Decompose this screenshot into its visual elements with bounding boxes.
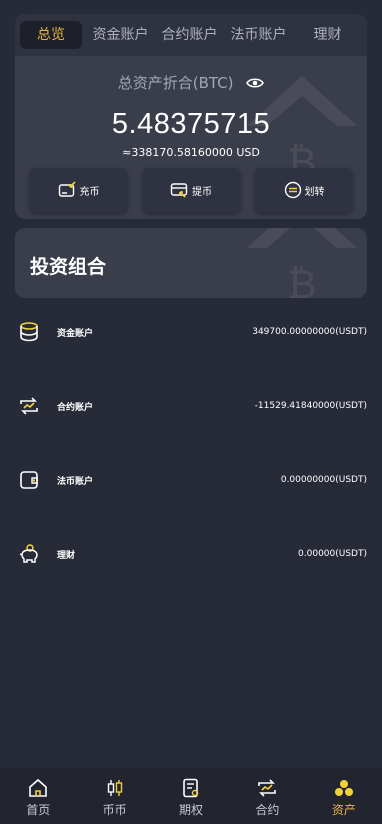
total-assets-label-row: 总资产折合(BTC)	[15, 72, 367, 93]
account-name: 资金账户	[57, 328, 94, 339]
nav-item-spot[interactable]: 币币	[76, 768, 152, 824]
asset-summary-card: ₿ 总资产折合(BTC) 5.48375715 ≈338170.58160000…	[15, 56, 367, 219]
account-amount: -11529.41840000(USDT)	[254, 401, 367, 411]
svg-text:₿: ₿	[287, 262, 317, 298]
total-btc-value: 5.48375715	[111, 108, 271, 140]
account-name: 法币账户	[57, 476, 94, 487]
transfer-button[interactable]: 划转	[255, 168, 352, 212]
withdraw-label: 提币	[192, 186, 212, 198]
nav-label: 首页	[26, 803, 51, 817]
transfer-icon	[284, 181, 301, 199]
account-name: 理财	[57, 550, 76, 561]
deposit-label: 充币	[79, 186, 100, 198]
tab-contract-account[interactable]: 合约账户	[155, 21, 224, 49]
portfolio-title: 投资组合	[30, 256, 107, 278]
account-amount: 349700.00000000(USDT)	[252, 327, 367, 337]
deposit-icon	[58, 181, 76, 197]
account-amount: 0.00000000(USDT)	[280, 475, 367, 485]
nav-item-contract[interactable]: 合约	[229, 768, 305, 824]
nav-label: 币币	[102, 803, 127, 817]
account-tabs: 总览 资金账户 合约账户 法币账户 理财	[15, 14, 367, 56]
withdraw-button[interactable]: 提币	[142, 168, 240, 212]
tab-funding-account[interactable]: 资金账户	[86, 21, 155, 49]
nav-item-options[interactable]: 期权	[153, 768, 229, 824]
bottom-nav: 首页 币币 期权 合约 资产	[0, 768, 382, 824]
account-row-funding[interactable]: 资金账户 349700.00000000(USDT)	[18, 318, 367, 346]
bitcoin-watermark-icon: ₿	[247, 228, 357, 298]
nav-item-assets[interactable]: 资产	[306, 768, 382, 824]
piggy-bank-icon	[19, 544, 38, 563]
tab-fiat-account[interactable]: 法币账户	[224, 21, 293, 49]
nav-label: 期权	[179, 803, 204, 817]
total-assets-label: 总资产折合(BTC)	[117, 74, 234, 92]
account-row-contract[interactable]: 合约账户 -11529.41840000(USDT)	[18, 392, 367, 420]
account-row-wealth[interactable]: 理财 0.00000(USDT)	[18, 540, 367, 568]
deposit-button[interactable]: 充币	[30, 168, 127, 212]
contract-icon	[20, 397, 38, 415]
account-name: 合约账户	[57, 402, 94, 413]
assets-icon	[334, 780, 353, 796]
candlestick-icon	[107, 780, 122, 796]
nav-label: 合约	[255, 803, 280, 817]
wallet-icon	[20, 471, 38, 489]
total-usd-value: ≈338170.58160000 USD	[122, 146, 260, 159]
home-icon	[29, 778, 48, 797]
eye-icon[interactable]	[246, 75, 265, 93]
account-row-fiat[interactable]: 法币账户 0.00000000(USDT)	[18, 466, 367, 494]
nav-item-home[interactable]: 首页	[0, 768, 76, 824]
tab-overview[interactable]: 总览	[20, 21, 82, 49]
tab-wealth[interactable]: 理财	[293, 21, 362, 49]
account-amount: 0.00000(USDT)	[298, 549, 367, 559]
document-icon	[183, 778, 199, 798]
nav-label: 资产	[331, 803, 356, 817]
portfolio-card: ₿ 投资组合	[15, 228, 367, 298]
contract-icon	[258, 779, 277, 797]
action-row: 充币 提币 划转	[30, 168, 352, 212]
withdraw-icon	[170, 183, 188, 198]
transfer-label: 划转	[304, 186, 325, 198]
database-icon	[20, 322, 38, 342]
